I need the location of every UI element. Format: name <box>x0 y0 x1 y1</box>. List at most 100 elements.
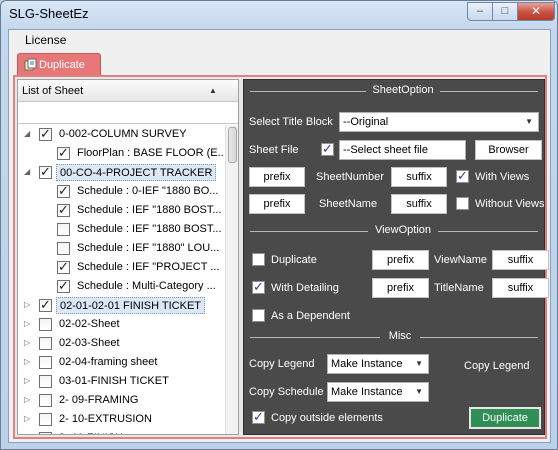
tree-row[interactable]: ✓ Schedule : IEF "1880 BOST... <box>18 201 224 220</box>
chevron-down-icon: ▼ <box>415 387 423 396</box>
sheet-list-panel: List of Sheet ▲ ◢ ✓ 0-002-COLUMN SURVEY ✓ Fl… <box>17 79 239 435</box>
tree-row[interactable]: ✓ Schedule : Multi-Category ... <box>18 277 224 296</box>
title-block-label: Select Title Block <box>249 116 333 128</box>
tree-row-label: Schedule : IEF "1880 BOST... <box>77 204 222 216</box>
tree-row-checkbox[interactable]: ✓ <box>57 202 70 217</box>
copy-legend-select[interactable]: Make Instance ▼ <box>327 354 429 374</box>
tree-row-label: 02-04-framing sheet <box>59 356 158 368</box>
duplicate-tab-panel: List of Sheet ▲ ◢ ✓ 0-002-COLUMN SURVEY ✓ Fl… <box>13 75 549 439</box>
expand-icon[interactable]: ▷ <box>24 414 34 424</box>
tree-row-checkbox[interactable] <box>39 394 52 407</box>
copy-schedule-select[interactable]: Make Instance ▼ <box>327 382 429 402</box>
tree-row[interactable]: ▷ 02-03-Sheet <box>18 334 224 353</box>
tree-row[interactable]: ◢ ✓ 00-CO-4-PROJECT TRACKER <box>18 163 224 182</box>
minimize-button[interactable]: – <box>467 2 493 21</box>
tree-scrollbar[interactable] <box>225 125 238 434</box>
expand-icon[interactable]: ▷ <box>24 433 34 434</box>
tree-row-checkbox[interactable]: ✓ <box>57 278 70 293</box>
maximize-button[interactable]: □ <box>492 2 518 21</box>
sheet-name-label: SheetName <box>319 198 378 210</box>
tree-row[interactable]: ▷ 2- 10-EXTRUSION <box>18 410 224 429</box>
expand-icon[interactable]: ▷ <box>24 376 34 386</box>
expand-icon[interactable]: ▷ <box>24 319 34 329</box>
sheet-tree: ◢ ✓ 0-002-COLUMN SURVEY ✓ FloorPlan : BASE F… <box>18 125 224 434</box>
copy-schedule-label: Copy Schedule <box>249 386 324 398</box>
list-filter-row[interactable] <box>18 102 238 124</box>
tree-row-checkbox[interactable] <box>57 223 70 236</box>
tree-row-checkbox[interactable]: ✓ <box>39 164 52 179</box>
tree-row-checkbox[interactable] <box>39 356 52 369</box>
sheet-file-checkbox[interactable]: ✓ <box>321 141 334 156</box>
tree-row-label: 0-002-COLUMN SURVEY <box>59 128 187 140</box>
with-views-checkbox[interactable]: ✓ <box>456 168 469 183</box>
view-name-prefix-button[interactable]: prefix <box>372 250 429 270</box>
tree-row-label: Schedule : 0-IEF "1880 BO... <box>77 185 219 197</box>
expand-icon[interactable]: ▷ <box>24 357 34 367</box>
title-name-prefix-button[interactable]: prefix <box>372 278 429 298</box>
tree-row[interactable]: ▷ 02-04-framing sheet <box>18 353 224 372</box>
sheet-number-label: SheetNumber <box>316 171 384 183</box>
menu-license[interactable]: License <box>25 33 66 47</box>
browser-button[interactable]: Browser <box>475 140 542 160</box>
tree-row[interactable]: Schedule : IEF "1880" LOU... <box>18 239 224 258</box>
expand-icon[interactable]: ▷ <box>24 300 34 310</box>
tree-row[interactable]: ✓ Schedule : 0-IEF "1880 BO... <box>18 182 224 201</box>
title-bar[interactable]: SLG-SheetEz – □ ✕ <box>1 1 557 27</box>
divider-right <box>440 91 538 92</box>
tree-row[interactable]: ✓ Schedule : IEF "PROJECT ... <box>18 258 224 277</box>
maximize-icon: □ <box>501 5 509 17</box>
sheet-number-prefix-button[interactable]: prefix <box>249 167 305 187</box>
expand-icon[interactable]: ▷ <box>24 395 34 405</box>
tree-row-label: 02-03-Sheet <box>59 337 120 349</box>
tree-row-checkbox[interactable]: ✓ <box>39 126 52 141</box>
tab-duplicate[interactable]: Duplicate <box>17 53 101 75</box>
collapse-icon[interactable]: ◢ <box>24 129 34 139</box>
sheet-file-field[interactable]: --Select sheet file <box>339 140 466 160</box>
tree-row[interactable]: ▷ 2- 09-FRAMING <box>18 391 224 410</box>
misc-heading: Misc <box>250 330 538 344</box>
copy-outside-checkbox[interactable]: ✓ <box>252 409 265 424</box>
tab-duplicate-label: Duplicate <box>39 59 85 71</box>
view-name-suffix-button[interactable]: suffix <box>492 250 549 270</box>
tree-row-checkbox[interactable] <box>57 242 70 255</box>
tree-row-checkbox[interactable] <box>39 413 52 426</box>
without-views-checkbox[interactable] <box>456 197 469 210</box>
expand-icon[interactable]: ▷ <box>24 338 34 348</box>
tree-row-checkbox[interactable] <box>39 375 52 388</box>
tree-row-checkbox[interactable]: ✓ <box>39 297 52 312</box>
sheet-name-prefix-button[interactable]: prefix <box>249 194 305 214</box>
tree-row-checkbox[interactable] <box>39 318 52 331</box>
tree-row[interactable]: ▷ 02-02-Sheet <box>18 315 224 334</box>
duplicate-button[interactable]: Duplicate <box>469 407 541 429</box>
chevron-down-icon: ▼ <box>525 117 533 126</box>
list-header[interactable]: List of Sheet ▲ <box>18 80 238 102</box>
title-name-suffix-button[interactable]: suffix <box>492 278 549 298</box>
scrollbar-thumb[interactable] <box>228 127 237 163</box>
collapse-icon[interactable]: ◢ <box>24 167 34 177</box>
with-detailing-checkbox[interactable]: ✓ <box>252 279 265 294</box>
duplicate-view-checkbox[interactable] <box>252 253 265 266</box>
title-block-value: --Original <box>343 116 389 128</box>
tree-row-checkbox[interactable] <box>39 337 52 350</box>
misc-title: Misc <box>388 330 412 342</box>
tree-row-checkbox[interactable]: ✓ <box>57 183 70 198</box>
tree-row-label: Schedule : Multi-Category ... <box>77 280 216 292</box>
tree-row-checkbox[interactable] <box>39 432 52 434</box>
tree-row[interactable]: ▷ 2- 11-FINISH <box>18 429 224 434</box>
title-block-select[interactable]: --Original ▼ <box>339 112 539 132</box>
tree-row[interactable]: Schedule : IEF "1880 BOST... <box>18 220 224 239</box>
as-dependent-checkbox[interactable] <box>252 309 265 322</box>
tree-row-checkbox[interactable]: ✓ <box>57 259 70 274</box>
tree-row[interactable]: ▷ 03-01-FINISH TICKET <box>18 372 224 391</box>
sheet-file-value: --Select sheet file <box>343 144 428 156</box>
sheet-number-suffix-button[interactable]: suffix <box>391 167 447 187</box>
tree-row[interactable]: ◢ ✓ 0-002-COLUMN SURVEY <box>18 125 224 144</box>
check-icon: ✓ <box>322 141 333 156</box>
tree-row[interactable]: ✓ FloorPlan : BASE FLOOR (E... <box>18 144 224 163</box>
tree-row[interactable]: ▷ ✓ 02-01-02-01 FINISH TICKET <box>18 296 224 315</box>
tree-row-checkbox[interactable]: ✓ <box>57 145 70 160</box>
title-name-label: TitleName <box>434 282 484 294</box>
sheet-name-suffix-button[interactable]: suffix <box>391 194 447 214</box>
close-button[interactable]: ✕ <box>517 2 555 21</box>
client-area: License Duplicate List of Sheet ▲ ◢ ✓ 0-00… <box>8 29 551 443</box>
